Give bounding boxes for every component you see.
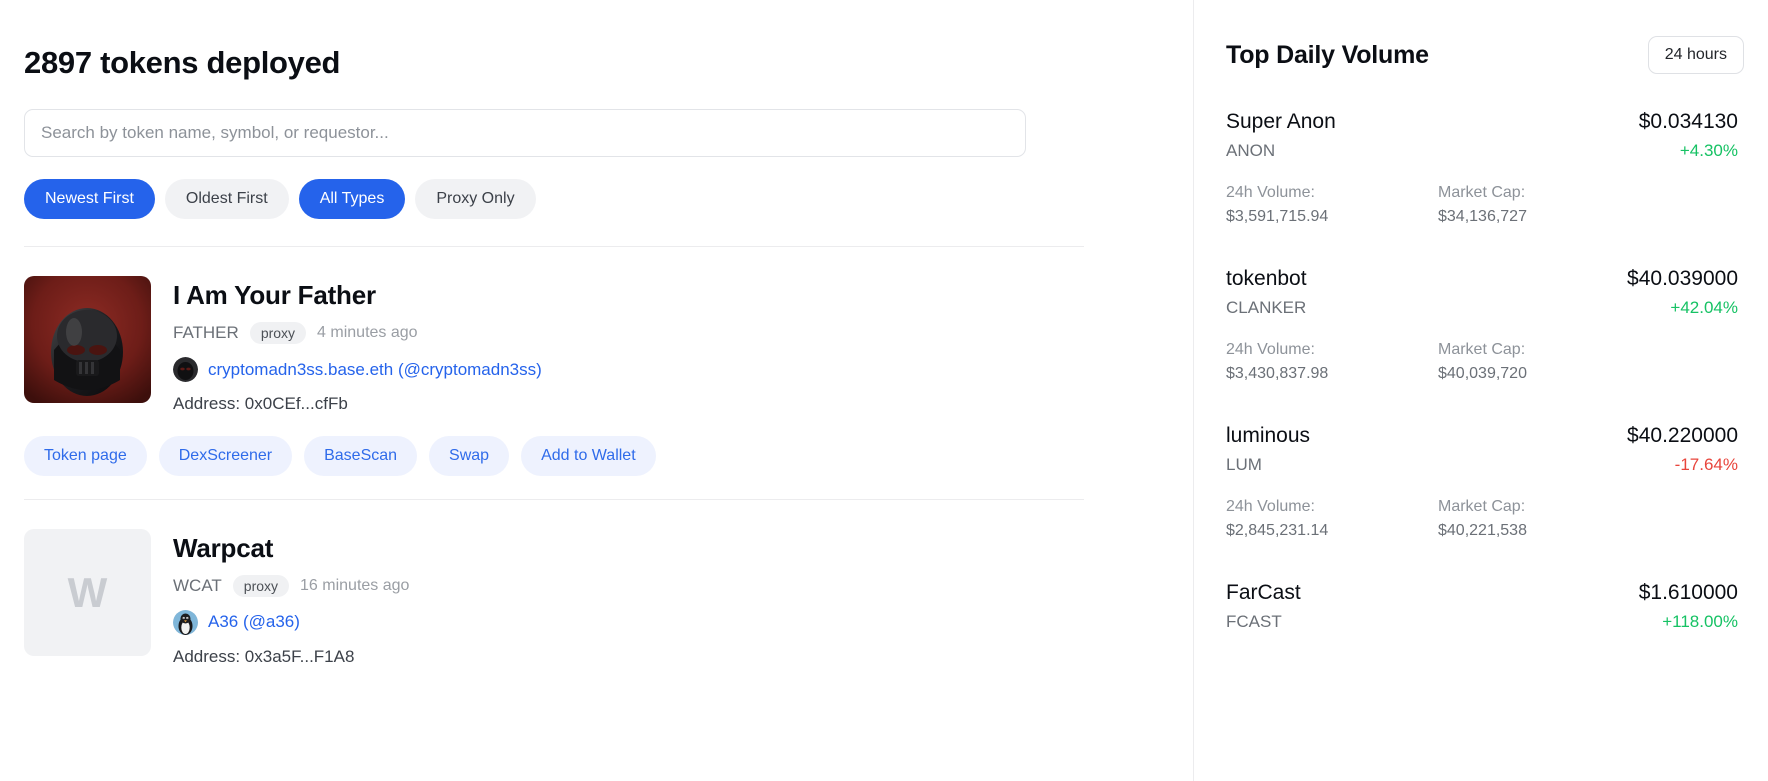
list-spacer — [1226, 226, 1738, 253]
action-add-to-wallet[interactable]: Add to Wallet — [521, 436, 656, 476]
filter-all-types[interactable]: All Types — [299, 179, 406, 219]
filter-pill-group: Newest First Oldest First All Types Prox… — [24, 179, 1169, 219]
token-symbol: FATHER — [173, 323, 239, 343]
action-swap[interactable]: Swap — [429, 436, 509, 476]
time-range-select[interactable]: 24 hours — [1648, 36, 1744, 74]
volume-token-change: +42.04% — [1670, 298, 1738, 318]
token-name: Warpcat — [173, 534, 409, 564]
volume-token-name: Super Anon — [1226, 110, 1336, 134]
marketcap-stat-value: $40,221,538 — [1438, 522, 1650, 540]
requestor-avatar — [173, 357, 198, 382]
filter-oldest-first[interactable]: Oldest First — [165, 179, 289, 219]
volume-token-change: +118.00% — [1662, 612, 1738, 632]
volume-stat: 24h Volume: $2,845,231.14 — [1226, 498, 1438, 540]
volume-list-item[interactable]: luminous $40.220000 LUM -17.64% 24h Volu… — [1226, 410, 1738, 540]
token-timestamp: 16 minutes ago — [300, 577, 409, 595]
requestor-avatar-icon — [173, 357, 198, 382]
volume-list-item[interactable]: tokenbot $40.039000 CLANKER +42.04% 24h … — [1226, 253, 1738, 383]
token-thumbnail[interactable] — [24, 276, 151, 403]
token-action-group: Token page DexScreener BaseScan Swap Add… — [24, 436, 1169, 476]
list-spacer — [1226, 540, 1738, 567]
volume-token-name: tokenbot — [1226, 267, 1307, 291]
volume-token-symbol: FCAST — [1226, 612, 1282, 632]
volume-token-symbol: LUM — [1226, 455, 1262, 475]
volume-token-name: luminous — [1226, 424, 1310, 448]
volume-stat: 24h Volume: $3,430,837.98 — [1226, 341, 1438, 383]
marketcap-stat: Market Cap: $40,221,538 — [1438, 498, 1650, 540]
token-address: Address: 0x0CEf...cfFb — [173, 394, 542, 414]
volume-list: Super Anon $0.034130 ANON +4.30% 24h Vol… — [1194, 96, 1768, 632]
top-daily-volume-sidebar: Top Daily Volume 24 hours Super Anon $0.… — [1193, 0, 1768, 781]
volume-token-change: -17.64% — [1675, 455, 1738, 475]
action-token-page[interactable]: Token page — [24, 436, 147, 476]
volume-stat-label: 24h Volume: — [1226, 341, 1438, 359]
page-title: 2897 tokens deployed — [24, 44, 1169, 81]
volume-list-item[interactable]: Super Anon $0.034130 ANON +4.30% 24h Vol… — [1226, 96, 1738, 226]
list-spacer — [1226, 383, 1738, 410]
marketcap-stat-value: $34,136,727 — [1438, 208, 1650, 226]
marketcap-stat-label: Market Cap: — [1438, 341, 1650, 359]
volume-stat-value: $2,845,231.14 — [1226, 522, 1438, 540]
requestor-avatar — [173, 610, 198, 635]
token-timestamp: 4 minutes ago — [317, 324, 418, 342]
token-details: I Am Your Father FATHER proxy 4 minutes … — [173, 276, 542, 414]
volume-token-name: FarCast — [1226, 581, 1301, 605]
volume-stat-label: 24h Volume: — [1226, 184, 1438, 202]
sidebar-title: Top Daily Volume — [1226, 41, 1429, 70]
volume-stat-value: $3,430,837.98 — [1226, 365, 1438, 383]
token-thumbnail-letter: W — [68, 569, 108, 617]
proxy-badge: proxy — [250, 322, 306, 344]
action-basescan[interactable]: BaseScan — [304, 436, 417, 476]
proxy-badge: proxy — [233, 575, 289, 597]
main-column: 2897 tokens deployed Newest First Oldest… — [0, 0, 1193, 781]
marketcap-stat: Market Cap: $40,039,720 — [1438, 341, 1650, 383]
marketcap-stat-label: Market Cap: — [1438, 184, 1650, 202]
volume-stat-label: 24h Volume: — [1226, 498, 1438, 516]
token-details: Warpcat WCAT proxy 16 minutes ago — [173, 529, 409, 667]
app-root: 2897 tokens deployed Newest First Oldest… — [0, 0, 1768, 781]
token-card: W Warpcat WCAT proxy 16 minutes ago — [24, 500, 1169, 667]
penguin-avatar-icon — [173, 610, 198, 635]
volume-token-price: $1.610000 — [1639, 581, 1738, 605]
volume-list-item[interactable]: FarCast $1.610000 FCAST +118.00% — [1226, 567, 1738, 632]
requestor-link[interactable]: cryptomadn3ss.base.eth (@cryptomadn3ss) — [208, 360, 542, 380]
volume-token-price: $40.220000 — [1627, 424, 1738, 448]
search-input[interactable] — [24, 109, 1026, 157]
volume-token-symbol: ANON — [1226, 141, 1275, 161]
token-thumbnail[interactable]: W — [24, 529, 151, 656]
volume-token-symbol: CLANKER — [1226, 298, 1306, 318]
volume-token-change: +4.30% — [1680, 141, 1738, 161]
darth-vader-avatar-icon — [24, 276, 151, 403]
token-card: I Am Your Father FATHER proxy 4 minutes … — [24, 247, 1169, 500]
marketcap-stat-value: $40,039,720 — [1438, 365, 1650, 383]
token-address: Address: 0x3a5F...F1A8 — [173, 647, 409, 667]
token-name: I Am Your Father — [173, 281, 542, 311]
search-bar — [24, 109, 1169, 157]
token-symbol: WCAT — [173, 576, 222, 596]
volume-stat-value: $3,591,715.94 — [1226, 208, 1438, 226]
filter-proxy-only[interactable]: Proxy Only — [415, 179, 535, 219]
marketcap-stat: Market Cap: $34,136,727 — [1438, 184, 1650, 226]
filter-newest-first[interactable]: Newest First — [24, 179, 155, 219]
marketcap-stat-label: Market Cap: — [1438, 498, 1650, 516]
volume-stat: 24h Volume: $3,591,715.94 — [1226, 184, 1438, 226]
volume-token-price: $40.039000 — [1627, 267, 1738, 291]
requestor-link[interactable]: A36 (@a36) — [208, 612, 300, 632]
volume-token-price: $0.034130 — [1639, 110, 1738, 134]
action-dexscreener[interactable]: DexScreener — [159, 436, 292, 476]
